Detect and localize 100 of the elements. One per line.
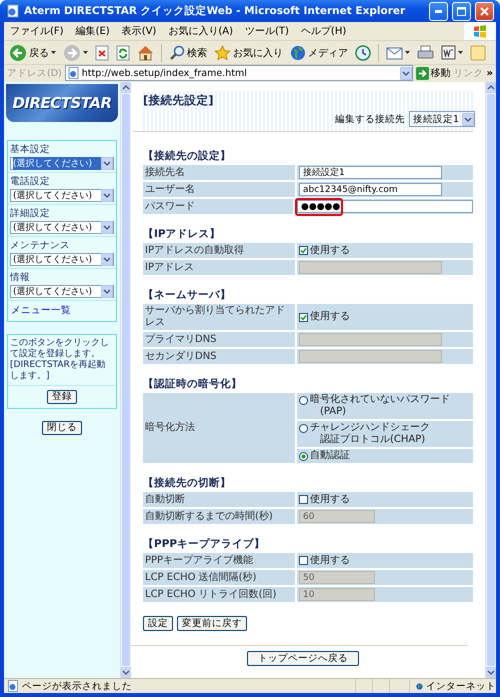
window-title: Aterm DIRECTSTAR クイック設定Web - Microsoft Internet Explorer — [24, 4, 406, 18]
section-title: 【ネームサーバ】 — [143, 289, 232, 302]
minimize-button[interactable] — [429, 2, 448, 20]
field-label: セカンダリDNS — [143, 349, 295, 364]
menu-list-link[interactable]: メニュー一覧 — [8, 301, 116, 321]
radio-button[interactable] — [299, 424, 308, 433]
document-icon — [441, 45, 456, 60]
refresh-icon — [116, 44, 130, 60]
menu-item[interactable]: 表示(V) — [122, 24, 156, 38]
menu-dropdown[interactable]: (選択してください) — [10, 157, 114, 170]
house-icon — [137, 44, 154, 60]
checkbox-label: 使用する — [310, 244, 350, 256]
section-title: 【認証時の暗号化】 — [143, 378, 243, 391]
address-field[interactable]: http://web.setup/index_frame.html — [64, 65, 413, 81]
input-field[interactable]: 接続設定1 — [299, 166, 442, 179]
scroll-down-icon[interactable] — [121, 667, 131, 678]
menu-dropdown[interactable]: (選択してください) — [10, 253, 114, 266]
note-icon — [470, 44, 486, 60]
field-label: PPPキープアライブ機能 — [143, 553, 295, 568]
scrollbar[interactable] — [485, 82, 496, 678]
register-note: このボタンをクリックして設定を登録します。[DIRECTSTARを再起動します。] — [8, 335, 116, 386]
radio-label: 自動認証 — [310, 450, 350, 462]
menu-dropdown[interactable]: (選択してください) — [10, 285, 114, 298]
zone-label: インターネット — [426, 680, 496, 692]
menu-item[interactable]: ヘルプ(H) — [300, 24, 346, 38]
caret-icon — [83, 51, 88, 54]
status-text: ページが表示されました — [22, 680, 133, 692]
search-icon — [169, 44, 185, 60]
close-button[interactable] — [475, 2, 494, 20]
address-label: アドレス(D) — [7, 66, 62, 80]
edit-target-dropdown[interactable]: 接続設定1 — [408, 111, 475, 127]
checkbox[interactable] — [299, 312, 308, 322]
windows-flag-icon — [473, 24, 487, 38]
minimize-icon — [435, 10, 442, 12]
field-label: パスワード — [143, 199, 293, 214]
scroll-up-icon[interactable] — [121, 82, 131, 93]
favorites-button[interactable]: お気に入り — [212, 42, 285, 63]
field-label: 自動切断 — [143, 492, 295, 507]
media-button[interactable]: メディア — [288, 42, 350, 63]
menu-dropdown[interactable]: (選択してください) — [10, 189, 114, 202]
edit-target-label: 編集する接続先 — [334, 112, 405, 126]
menu-item[interactable]: ファイル(F) — [10, 24, 64, 38]
field-label: サーバから割り当てられたアドレス — [143, 304, 295, 330]
section-title: 【IPアドレス】 — [143, 228, 222, 241]
globe-icon — [290, 44, 306, 60]
form-button[interactable]: 設定 — [143, 616, 173, 631]
menu-label: メンテナンス — [10, 239, 71, 252]
register-button[interactable]: 登録 — [47, 390, 77, 404]
section-title: 【接続先の設定】 — [143, 150, 232, 163]
radio-label: チャレンジハンドシェーク — [310, 422, 430, 434]
checkbox[interactable] — [299, 556, 308, 565]
clock-icon — [355, 44, 371, 60]
top-page-button[interactable]: トップページへ戻る — [247, 651, 359, 666]
radio-label: 暗号化されていないパスワード — [310, 394, 450, 406]
menu-label: 情報 — [10, 271, 31, 284]
close-page-button[interactable]: 閉じる — [42, 421, 82, 435]
menu-item[interactable]: ツール(T) — [245, 24, 289, 38]
radio-button[interactable] — [299, 452, 308, 461]
envelope-icon — [386, 46, 403, 60]
search-button[interactable]: 検索 — [167, 42, 209, 63]
menu-dropdown[interactable]: (選択してください) — [10, 221, 114, 234]
go-button[interactable]: 移動 — [416, 66, 451, 80]
section-title: 【PPPキープアライブ】 — [143, 538, 266, 551]
field-label: LCP ECHO リトライ回数(回) — [143, 587, 295, 602]
checkbox-label: 使用する — [310, 554, 350, 566]
radio-label: (PAP) — [320, 406, 346, 418]
scrollbar[interactable] — [120, 82, 131, 678]
maximize-button[interactable] — [452, 2, 471, 20]
scroll-down-icon[interactable] — [486, 667, 496, 678]
input-field[interactable]: abc12345@nifty.com — [299, 183, 442, 196]
caret-icon — [405, 51, 410, 54]
field-label: 自動切断するまでの時間(秒) — [143, 509, 295, 524]
page-icon — [7, 680, 19, 692]
menu-item[interactable]: 編集(E) — [76, 24, 110, 38]
printer-icon — [417, 44, 434, 60]
arrow-icon — [416, 66, 429, 80]
caret-icon — [458, 51, 463, 54]
checkbox-label: 使用する — [310, 494, 350, 506]
scroll-up-icon[interactable] — [486, 82, 496, 93]
caret-icon — [51, 51, 56, 54]
star-icon — [214, 44, 231, 60]
field-label: IPアドレス — [143, 260, 295, 275]
globe-icon — [416, 680, 423, 692]
close-icon — [480, 6, 489, 16]
field-label: IPアドレスの自動取得 — [143, 243, 295, 258]
form-button[interactable]: 変更前に戻す — [177, 616, 247, 631]
maximize-icon — [457, 6, 466, 16]
radio-button[interactable] — [299, 396, 308, 405]
logo: DIRECTSTAR — [6, 84, 118, 122]
checkbox[interactable] — [299, 495, 308, 504]
more-links[interactable]: » — [486, 68, 493, 78]
input-field[interactable]: ●●●●● — [297, 200, 473, 213]
checkbox-label: 使用する — [310, 311, 350, 323]
section-title: 【接続先の切断】 — [143, 477, 232, 490]
stop-icon — [95, 44, 109, 60]
menu-item[interactable]: お気に入り(A) — [168, 24, 233, 38]
checkbox[interactable] — [299, 246, 308, 255]
page-title: [接続先設定] — [143, 91, 475, 109]
back-button[interactable]: 戻る — [7, 42, 58, 63]
menu-label: 詳細設定 — [10, 207, 51, 220]
